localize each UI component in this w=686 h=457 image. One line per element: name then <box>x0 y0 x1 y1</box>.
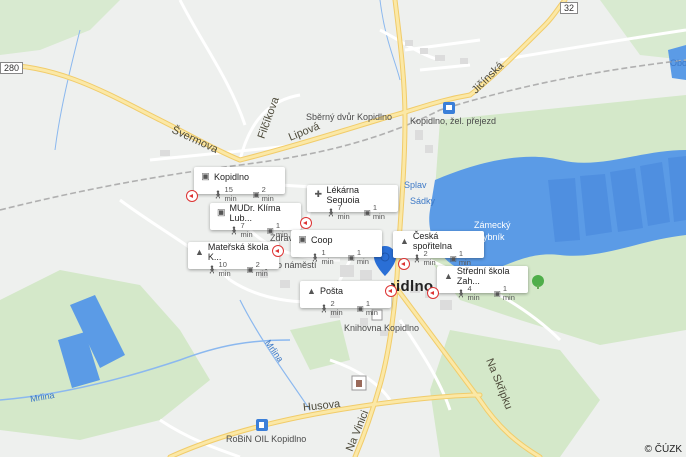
walk-icon: 🚶︎ <box>207 264 217 274</box>
school-icon: ▲ <box>444 270 453 281</box>
car-icon: ▣ <box>347 252 355 262</box>
poi-arrow-icon[interactable] <box>385 285 397 297</box>
poi-arrow-icon[interactable] <box>427 287 439 299</box>
school-icon: ▲ <box>195 246 204 257</box>
car-icon: ▣ <box>246 264 254 274</box>
poi-card-mudr-klima[interactable]: ▣ MUDr. Klíma Lub... 🚶︎ 7 min ▣ 1 min <box>210 202 301 239</box>
drive-time: 1 min <box>356 248 369 266</box>
poi-card-lekarna-sequoia[interactable]: ✚ Lékárna Sequoia 🚶︎ 7 min ▣ 1 min <box>307 184 398 221</box>
walk-time: 10 min <box>218 260 231 278</box>
walk-icon: 🚶︎ <box>456 288 466 298</box>
walk-time: 7 min <box>240 221 253 239</box>
walk-icon: 🚶︎ <box>412 253 422 263</box>
poi-name: Střední škola Zah... <box>456 265 510 286</box>
poi-name: Mateřská škola K... <box>207 241 269 262</box>
walk-time: 2 min <box>330 299 343 317</box>
drive-time: 2 min <box>261 185 274 203</box>
place-label-zel-prejezd: Kopidlno, žel. přejezd <box>410 116 497 126</box>
poi-card-materska-skola[interactable]: ▲ Mateřská škola K... 🚶︎ 10 min ▣ 2 min <box>188 241 279 278</box>
walk-icon: 🚶︎ <box>229 225 239 235</box>
pharmacy-icon: ✚ <box>314 189 323 199</box>
walk-icon: 🚶︎ <box>310 252 320 262</box>
walk-icon: 🚶︎ <box>213 189 223 199</box>
drive-time: 1 min <box>458 249 471 267</box>
drive-time: 2 min <box>255 260 268 278</box>
post-office-icon: ▲ <box>307 285 316 296</box>
medical-icon: ▣ <box>217 207 226 217</box>
place-label-knihovna: Knihovna Kopidlno <box>344 323 420 333</box>
poi-arrow-icon[interactable] <box>398 258 410 270</box>
water-label-splav: Splav <box>404 180 427 190</box>
poi-name: Coop <box>311 234 333 245</box>
walk-icon: 🚶︎ <box>326 207 336 217</box>
route-shield-32: 32 <box>560 2 579 14</box>
map-copyright: © ČÚZK <box>644 444 682 455</box>
walk-icon: 🚶︎ <box>319 303 329 313</box>
drive-time: 1 min <box>372 203 385 221</box>
shopping-cart-icon: ▣ <box>298 234 307 244</box>
place-label-robin-oil: RoBiN OIL Kopidlno <box>226 434 307 444</box>
walk-time: 7 min <box>337 203 350 221</box>
car-icon: ▣ <box>356 303 364 313</box>
bank-icon: ▲ <box>400 235 409 246</box>
poi-name: Česká spořitelna <box>412 230 452 251</box>
car-icon: ▣ <box>493 288 501 298</box>
fuel-station-icon <box>256 419 268 431</box>
poi-arrow-icon[interactable] <box>300 217 312 229</box>
route-shield-280: 280 <box>0 62 24 74</box>
poi-card-kopidlno-bus[interactable]: ▣ Kopidlno 🚶︎ 15 min ▣ 2 min <box>194 167 285 203</box>
poi-name: MUDr. Klíma Lub... <box>229 202 281 223</box>
poi-arrow-icon[interactable] <box>272 245 284 257</box>
castle-icon <box>351 375 367 391</box>
walk-time: 4 min <box>467 284 480 302</box>
place-label-sberny-dvur: Sběrný dvůr Kopidlno <box>306 112 393 122</box>
drive-time: 1 min <box>502 284 515 302</box>
bus-stop-icon: ▣ <box>201 171 210 181</box>
map-canvas[interactable] <box>0 0 686 457</box>
water-label-zamecky: Zámecký <box>474 220 511 230</box>
poi-name: Lékárna Sequoia <box>326 184 360 205</box>
car-icon: ▣ <box>252 189 260 199</box>
poi-name: Kopidlno <box>214 171 250 182</box>
walk-time: 2 min <box>423 249 436 267</box>
car-icon: ▣ <box>363 207 371 217</box>
water-label-sadky: Sádky <box>410 196 436 206</box>
poi-card-ceska-sporitelna[interactable]: ▲ Česká spořitelna 🚶︎ 2 min ▣ 1 min <box>393 230 484 267</box>
poi-card-coop[interactable]: ▣ Coop 🚶︎ 1 min ▣ 1 min <box>291 230 382 266</box>
walk-time: 15 min <box>224 185 237 203</box>
poi-card-posta[interactable]: ▲ Pošta 🚶︎ 2 min ▣ 1 min <box>300 281 391 317</box>
poi-card-stredni-skola[interactable]: ▲ Střední škola Zah... 🚶︎ 4 min ▣ 1 min <box>437 265 528 302</box>
drive-time: 1 min <box>365 299 378 317</box>
water-label-obo: Obo <box>670 58 686 68</box>
car-icon: ▣ <box>266 225 274 235</box>
walk-time: 1 min <box>321 248 334 266</box>
bus-station-icon <box>443 102 455 114</box>
car-icon: ▣ <box>449 253 457 263</box>
poi-arrow-icon[interactable] <box>186 190 198 202</box>
poi-name: Pošta <box>320 285 344 296</box>
